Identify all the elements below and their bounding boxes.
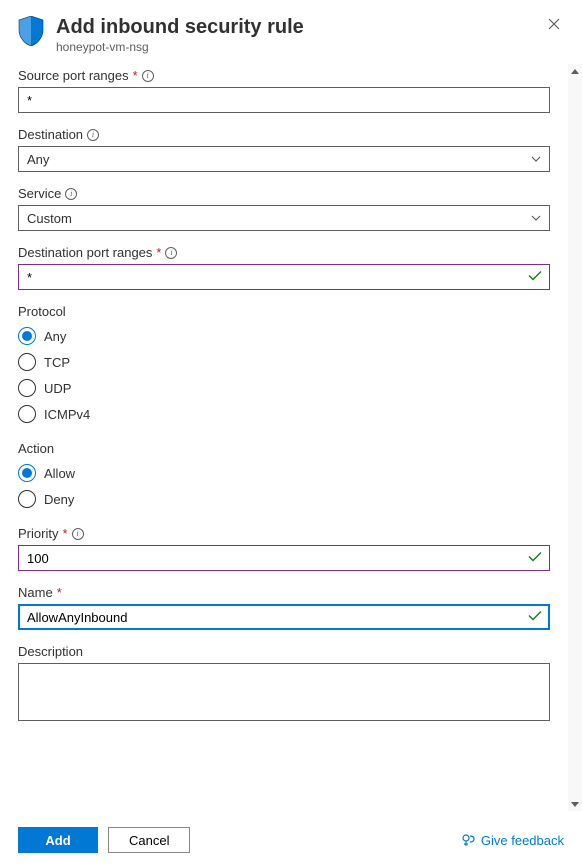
protocol-radio-tcp[interactable]: TCP <box>18 349 550 375</box>
protocol-radio-udp[interactable]: UDP <box>18 375 550 401</box>
destination-value: Any <box>27 152 49 167</box>
description-input[interactable] <box>18 663 550 721</box>
radio-label: TCP <box>44 355 70 370</box>
feedback-icon <box>461 833 475 847</box>
dest-port-ranges-input[interactable] <box>18 264 550 290</box>
radio-icon <box>18 327 36 345</box>
label-description: Description <box>18 644 83 659</box>
label-priority: Priority <box>18 526 58 541</box>
info-icon[interactable]: i <box>65 188 77 200</box>
panel-subtitle: honeypot-vm-nsg <box>56 40 532 54</box>
feedback-label: Give feedback <box>481 833 564 848</box>
required-asterisk: * <box>156 245 161 260</box>
protocol-radio-any[interactable]: Any <box>18 323 550 349</box>
give-feedback-link[interactable]: Give feedback <box>461 833 564 848</box>
panel-header: Add inbound security rule honeypot-vm-ns… <box>0 0 582 62</box>
radio-icon <box>18 464 36 482</box>
name-input[interactable] <box>18 604 550 630</box>
field-action: Action Allow Deny <box>18 441 550 512</box>
label-destination: Destination <box>18 127 83 142</box>
service-value: Custom <box>27 211 72 226</box>
info-icon[interactable]: i <box>165 247 177 259</box>
field-service: Service i Custom <box>18 186 550 231</box>
label-protocol: Protocol <box>18 304 66 319</box>
label-dest-port-ranges: Destination port ranges <box>18 245 152 260</box>
action-radio-allow[interactable]: Allow <box>18 460 550 486</box>
chevron-down-icon <box>531 154 541 165</box>
radio-label: Deny <box>44 492 74 507</box>
field-protocol: Protocol Any TCP UDP <box>18 304 550 427</box>
required-asterisk: * <box>133 68 138 83</box>
panel-title: Add inbound security rule <box>56 14 532 40</box>
cancel-button[interactable]: Cancel <box>108 827 190 853</box>
info-icon[interactable]: i <box>72 528 84 540</box>
field-description: Description <box>18 644 550 724</box>
radio-icon <box>18 353 36 371</box>
protocol-radio-icmpv4[interactable]: ICMPv4 <box>18 401 550 427</box>
field-dest-port-ranges: Destination port ranges * i <box>18 245 550 290</box>
label-service: Service <box>18 186 61 201</box>
action-radio-group: Allow Deny <box>18 460 550 512</box>
radio-icon <box>18 490 36 508</box>
field-priority: Priority * i <box>18 526 550 571</box>
panel-footer: Add Cancel Give feedback <box>0 813 582 867</box>
field-name: Name * <box>18 585 550 630</box>
label-source-port-ranges: Source port ranges <box>18 68 129 83</box>
chevron-down-icon <box>531 213 541 224</box>
info-icon[interactable]: i <box>87 129 99 141</box>
destination-select[interactable]: Any <box>18 146 550 172</box>
action-radio-deny[interactable]: Deny <box>18 486 550 512</box>
radio-label: Any <box>44 329 66 344</box>
scrollbar[interactable] <box>568 64 582 811</box>
field-destination: Destination i Any <box>18 127 550 172</box>
scroll-down-icon[interactable] <box>568 797 582 811</box>
required-asterisk: * <box>62 526 67 541</box>
protocol-radio-group: Any TCP UDP ICMPv4 <box>18 323 550 427</box>
radio-icon <box>18 379 36 397</box>
radio-icon <box>18 405 36 423</box>
shield-icon <box>18 16 44 49</box>
label-action: Action <box>18 441 54 456</box>
source-port-ranges-input[interactable] <box>18 87 550 113</box>
add-button[interactable]: Add <box>18 827 98 853</box>
info-icon[interactable]: i <box>142 70 154 82</box>
required-asterisk: * <box>57 585 62 600</box>
service-select[interactable]: Custom <box>18 205 550 231</box>
label-name: Name <box>18 585 53 600</box>
priority-input[interactable] <box>18 545 550 571</box>
scroll-up-icon[interactable] <box>568 64 582 78</box>
close-button[interactable] <box>544 14 564 34</box>
radio-label: Allow <box>44 466 75 481</box>
field-source-port-ranges: Source port ranges * i <box>18 68 550 113</box>
radio-label: UDP <box>44 381 71 396</box>
radio-label: ICMPv4 <box>44 407 90 422</box>
